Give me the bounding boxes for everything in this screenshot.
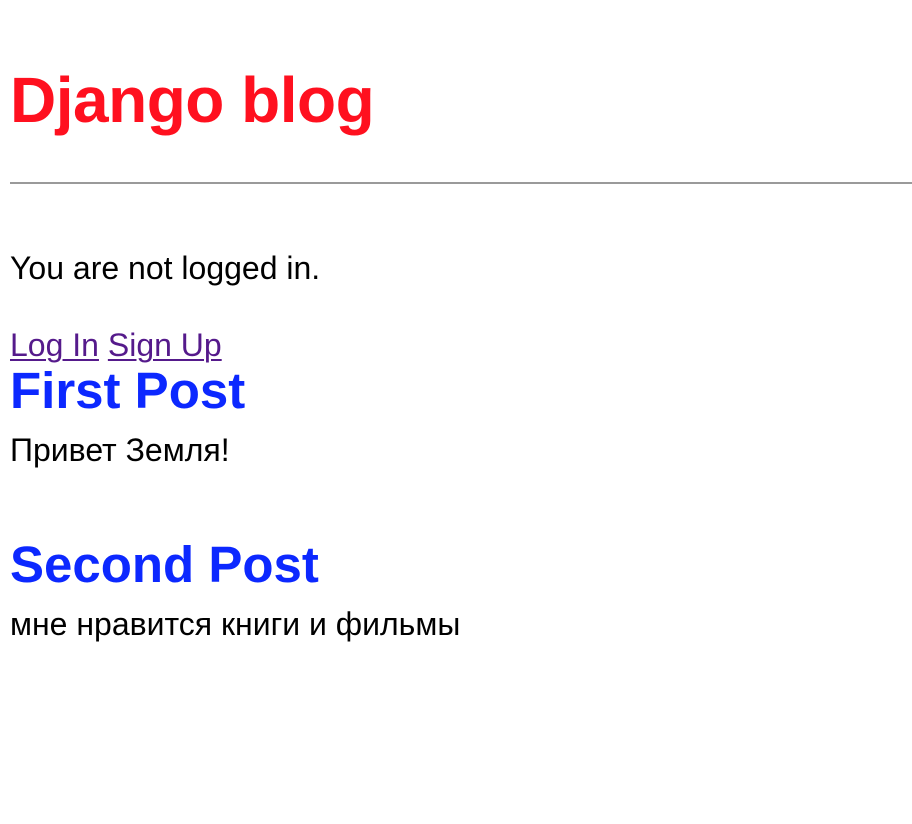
signup-link[interactable]: Sign Up [108,327,222,363]
post-title[interactable]: First Post [10,362,912,420]
login-link[interactable]: Log In [10,327,99,363]
header-divider [10,182,912,184]
post-body: мне нравится книги и фильмы [10,606,461,642]
post-item: First Post Привет Земля! [10,362,912,470]
auth-links: Log In Sign Up [10,325,912,365]
site-title: Django blog [10,64,375,136]
post-item: Second Post мне нравится книги и фильмы [10,536,912,644]
page: Django blog You are not logged in. Log I… [0,0,912,824]
post-title[interactable]: Second Post [10,536,912,594]
auth-status-text: You are not logged in. [10,250,321,286]
post-body: Привет Земля! [10,432,230,468]
